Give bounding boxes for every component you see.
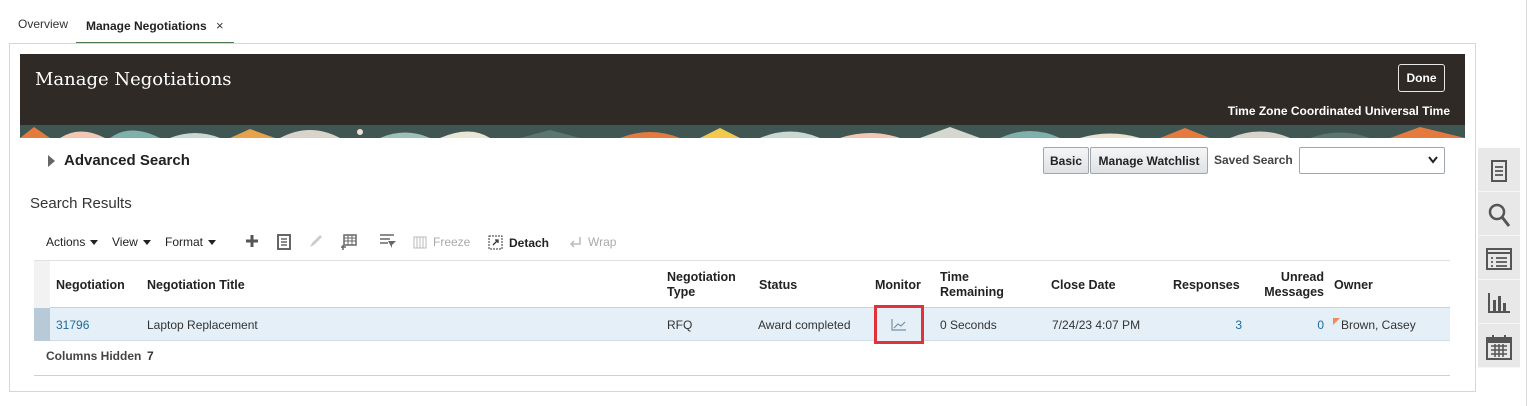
tab-label: Manage Negotiations — [86, 19, 207, 33]
negotiation-link[interactable]: 31796 — [56, 318, 89, 332]
col-unread-line2: Messages — [1264, 285, 1324, 299]
columns-hidden-row: Columns Hidden 7 — [34, 342, 1450, 376]
time-remaining-cell: 0 Seconds — [940, 318, 997, 332]
wrap-icon — [569, 236, 581, 248]
actions-menu[interactable]: Actions — [46, 235, 99, 249]
results-toolbar: Actions View Format Freeze Detach Wrap — [46, 233, 746, 253]
owner-cell: Brown, Casey — [1333, 318, 1416, 332]
row-selector[interactable] — [34, 308, 50, 341]
search-icon — [1488, 203, 1511, 227]
saved-search-label: Saved Search — [1214, 153, 1293, 167]
dropdown-icon — [90, 239, 99, 245]
rail-list-button[interactable] — [1478, 238, 1520, 280]
wrap-button[interactable]: Wrap — [568, 235, 616, 249]
col-status[interactable]: Status — [759, 278, 797, 293]
search-results-title: Search Results — [30, 195, 132, 212]
window-edge — [1526, 0, 1527, 406]
rail-chart-button[interactable] — [1478, 282, 1520, 324]
columns-hidden-label: Columns Hidden — [46, 349, 142, 363]
rail-calendar-button[interactable] — [1478, 326, 1520, 368]
owner-flag-icon — [1333, 318, 1340, 325]
document-icon — [1491, 159, 1507, 182]
unread-messages-link[interactable]: 0 — [1304, 318, 1324, 332]
detach-label: Detach — [509, 235, 550, 250]
tab-manage-negotiations[interactable]: Manage Negotiations × — [76, 9, 234, 44]
rail-document-button[interactable] — [1478, 150, 1520, 192]
col-negotiation[interactable]: Negotiation — [56, 278, 125, 293]
col-negotiation-type[interactable]: Negotiation Type — [667, 270, 736, 300]
timezone-text: Time Zone Coordinated Universal Time — [1227, 104, 1450, 118]
col-negotiation-title[interactable]: Negotiation Title — [147, 278, 245, 293]
format-label: Format — [165, 235, 204, 249]
col-type-line1: Negotiation — [667, 270, 736, 284]
freeze-icon — [413, 236, 427, 248]
advanced-search-label: Advanced Search — [64, 152, 190, 169]
done-button[interactable]: Done — [1398, 64, 1445, 92]
page-title: Manage Negotiations — [35, 69, 232, 90]
view-label: View — [112, 235, 138, 249]
col-owner[interactable]: Owner — [1334, 278, 1373, 293]
tab-overview[interactable]: Overview — [18, 17, 68, 31]
col-responses[interactable]: Responses — [1173, 278, 1240, 293]
bar-chart-icon — [1488, 292, 1510, 313]
freeze-label: Freeze — [433, 235, 471, 249]
chevron-down-icon — [1428, 156, 1438, 164]
monitor-button[interactable] — [874, 305, 924, 344]
basic-button[interactable]: Basic — [1043, 147, 1089, 174]
actions-label: Actions — [46, 235, 86, 249]
side-rail — [1478, 148, 1520, 368]
col-type-line2: Type — [667, 285, 696, 299]
expand-triangle-icon — [48, 154, 55, 167]
duplicate-icon[interactable] — [276, 233, 292, 251]
col-time-remaining[interactable]: Time Remaining — [940, 270, 1004, 300]
detach-icon — [488, 235, 503, 250]
close-date-cell: 7/24/23 4:07 PM — [1052, 318, 1141, 332]
saved-search-select[interactable] — [1299, 147, 1445, 174]
edit-icon[interactable] — [308, 233, 324, 249]
calendar-icon — [1486, 334, 1512, 360]
detach-button[interactable]: Detach — [488, 235, 549, 250]
rail-search-button[interactable] — [1478, 194, 1520, 236]
table-header: Negotiation Negotiation Title Negotiatio… — [34, 260, 1450, 309]
format-menu[interactable]: Format — [165, 235, 217, 249]
tab-bar: Overview Manage Negotiations × — [0, 0, 1470, 44]
owner-name: Brown, Casey — [1341, 318, 1416, 332]
manage-watchlist-button[interactable]: Manage Watchlist — [1090, 147, 1208, 174]
col-unread-messages[interactable]: Unread Messages — [1262, 270, 1324, 300]
row-header-column — [34, 261, 50, 309]
page-header: Manage Negotiations Done Time Zone Coord… — [20, 54, 1465, 138]
line-chart-icon — [891, 319, 906, 331]
view-menu[interactable]: View — [112, 235, 151, 249]
col-monitor[interactable]: Monitor — [875, 278, 921, 293]
col-time-line2: Remaining — [940, 285, 1004, 299]
dropdown-icon — [208, 239, 217, 245]
freeze-button[interactable]: Freeze — [413, 235, 470, 249]
responses-link[interactable]: 3 — [1224, 318, 1242, 332]
negotiation-title-cell: Laptop Replacement — [147, 318, 258, 332]
dropdown-icon — [142, 239, 151, 245]
col-unread-line1: Unread — [1280, 270, 1324, 284]
query-by-example-icon[interactable] — [340, 233, 358, 251]
advanced-search-toggle[interactable]: Advanced Search — [48, 152, 190, 169]
negotiation-type-cell: RFQ — [667, 318, 693, 332]
add-icon[interactable] — [244, 233, 260, 249]
columns-hidden-count: 7 — [147, 349, 154, 363]
col-time-line1: Time — [940, 270, 969, 284]
table-row[interactable]: 31796 Laptop Replacement RFQ Award compl… — [34, 308, 1450, 341]
status-cell: Award completed — [758, 318, 851, 332]
list-icon — [1486, 247, 1512, 270]
banner-decoration — [20, 125, 1465, 138]
filter-icon[interactable] — [379, 233, 397, 249]
close-tab-icon[interactable]: × — [216, 18, 224, 33]
wrap-label: Wrap — [588, 235, 617, 249]
col-close-date[interactable]: Close Date — [1051, 278, 1116, 293]
